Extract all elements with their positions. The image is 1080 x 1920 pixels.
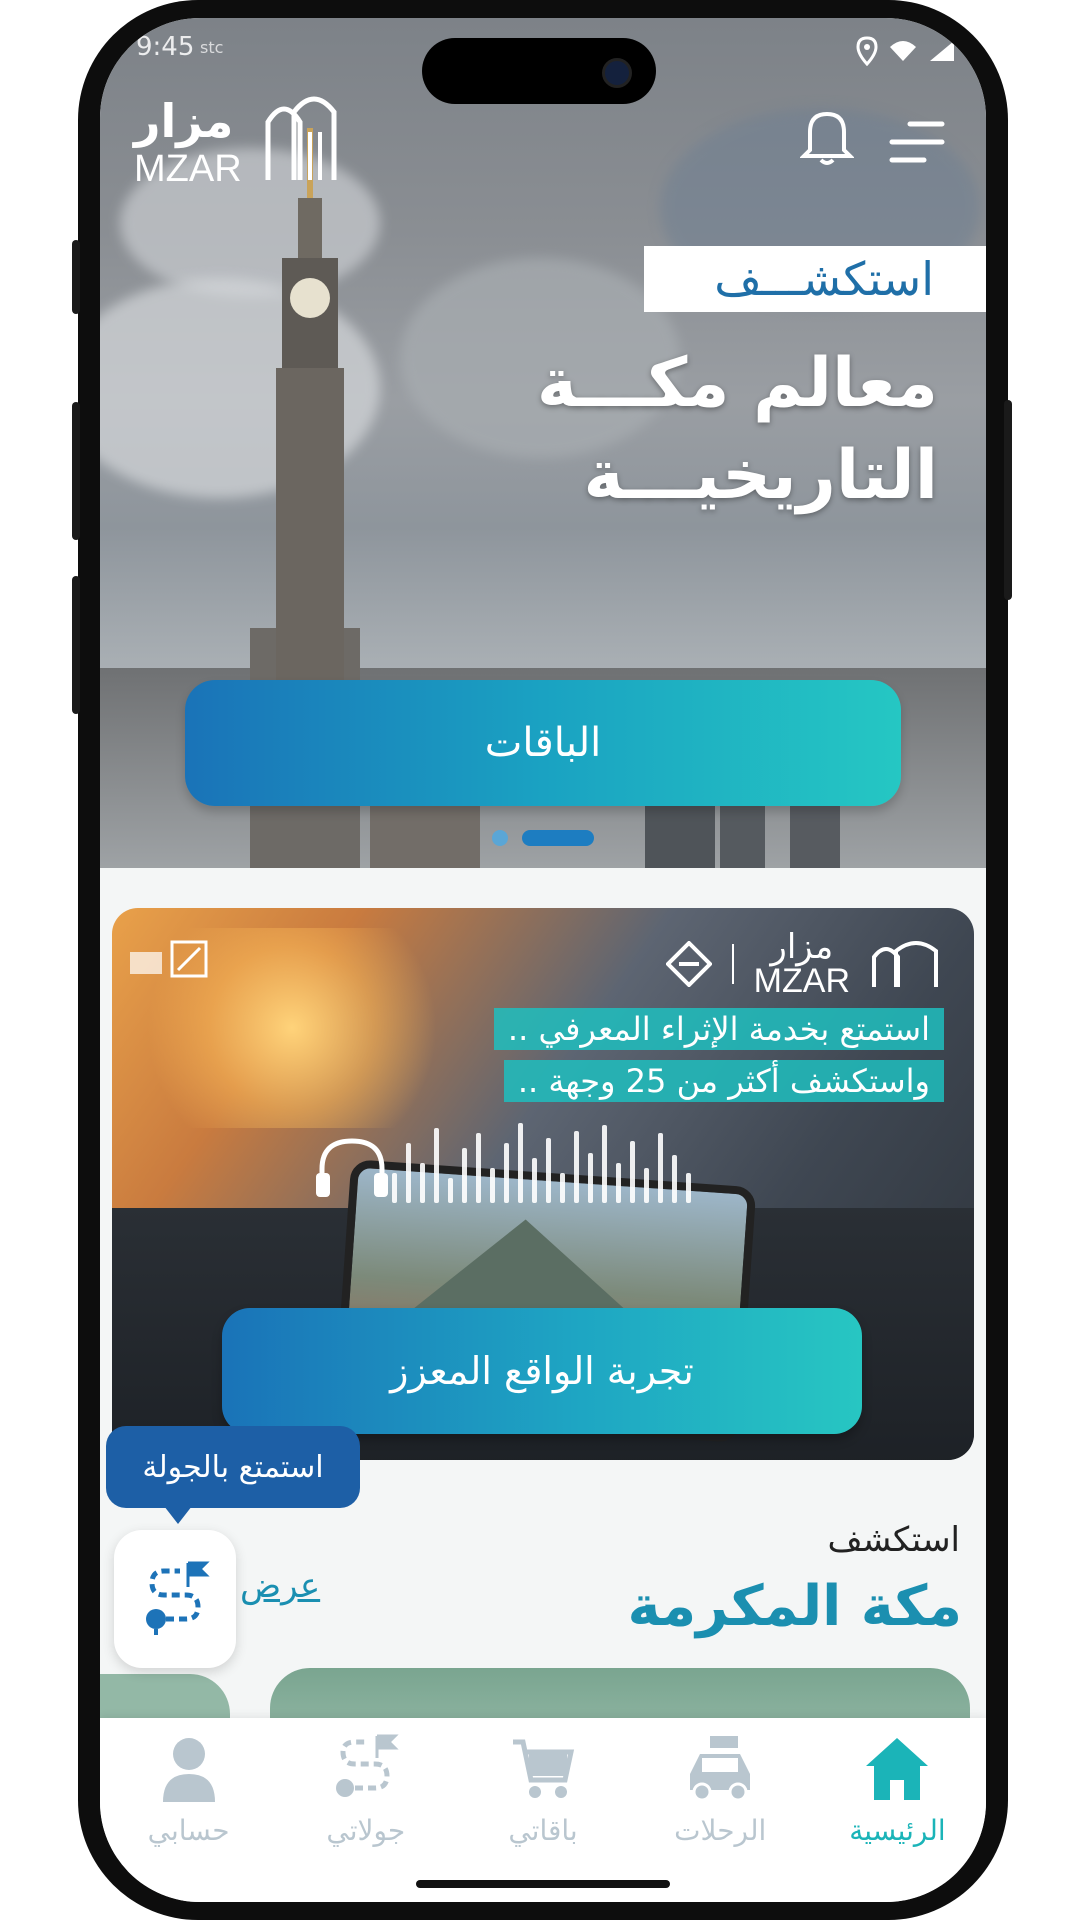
wifi-icon xyxy=(890,41,916,61)
action-button xyxy=(72,240,80,314)
cart-icon xyxy=(513,1739,575,1798)
section-subtitle: استكشف xyxy=(827,1520,961,1560)
app-screen: مزار MZAR استكشـــف معالم مكـــة التاريخ… xyxy=(100,18,986,1902)
home-indicator[interactable] xyxy=(416,1880,670,1888)
banner-line1: استمتع بخدمة الإثراء المعرفي .. xyxy=(493,1008,944,1050)
car-icon xyxy=(690,1736,751,1802)
power-button xyxy=(1004,400,1012,600)
nav-account-label: حسابي xyxy=(147,1814,230,1847)
nav-my-packages[interactable]: باقاتي xyxy=(454,1718,631,1902)
hero-banner[interactable]: مزار MZAR استكشـــف معالم مكـــة التاريخ… xyxy=(100,18,986,868)
hamburger-menu-icon xyxy=(889,121,945,163)
banner-text: استمتع بخدمة الإثراء المعرفي .. واستكشف … xyxy=(493,1008,944,1112)
route-icon xyxy=(335,1734,399,1797)
headphones-icon xyxy=(316,1138,388,1197)
nav-my-packages-label: باقاتي xyxy=(508,1814,578,1847)
app-logo: مزار MZAR xyxy=(134,94,337,191)
nav-trips[interactable]: الرحلات xyxy=(632,1718,809,1902)
logo-arches-icon xyxy=(872,941,938,987)
tour-tooltip[interactable]: استمتع بالجولة xyxy=(106,1426,360,1524)
bell-icon xyxy=(799,111,855,165)
logo-arabic: مزار xyxy=(134,94,234,148)
section-title: مكة المكرمة xyxy=(627,1574,963,1639)
partner-logo-icon xyxy=(130,940,208,978)
route-icon xyxy=(146,1561,210,1635)
hero-title-line1: معالم مكـــة xyxy=(536,344,938,423)
view-all-link[interactable]: عرض xyxy=(240,1566,320,1606)
nav-my-tours-label: جولاتي xyxy=(326,1814,406,1847)
nav-home-label: الرئيسية xyxy=(849,1814,946,1847)
location-icon xyxy=(856,36,878,66)
banner-logo: مزار MZAR xyxy=(665,927,940,1000)
clock-tower-image xyxy=(270,128,350,688)
carousel-dot-active[interactable] xyxy=(522,830,594,846)
menu-button[interactable] xyxy=(888,118,946,170)
banner-logo-arabic: مزار xyxy=(770,927,834,967)
partner-diamond-icon xyxy=(665,941,712,987)
volume-down-button xyxy=(72,576,80,714)
nav-trips-label: الرحلات xyxy=(674,1814,767,1847)
hero-title: معالم مكـــة التاريخيـــة xyxy=(537,338,938,522)
logo-english: MZAR xyxy=(134,148,242,190)
status-carrier: stc xyxy=(200,38,224,57)
ar-promo-banner[interactable]: مزار MZAR استمتع بخدمة الإثراء المعرفي .… xyxy=(112,908,974,1460)
notifications-button[interactable] xyxy=(799,106,855,170)
carousel-dot[interactable] xyxy=(492,830,508,846)
banner-line2: واستكشف أكثر من 25 وجهة .. xyxy=(503,1060,944,1102)
tour-button[interactable] xyxy=(114,1530,236,1668)
home-icon xyxy=(866,1738,929,1800)
status-time: 9:45 xyxy=(136,32,195,62)
carousel-indicator xyxy=(100,830,986,846)
packages-button[interactable]: الباقات xyxy=(185,680,901,806)
nav-my-tours[interactable]: جولاتي xyxy=(277,1718,454,1902)
dynamic-island xyxy=(422,38,656,104)
logo-arches-icon xyxy=(265,96,337,180)
explore-label: استكشـــف xyxy=(644,246,986,312)
bottom-nav: حسابي جولاتي باقاتي الرحلات الرئيسية xyxy=(100,1718,986,1902)
nav-account[interactable]: حسابي xyxy=(100,1718,277,1902)
hero-title-line2: التاريخيـــة xyxy=(583,436,938,515)
person-icon xyxy=(162,1738,215,1802)
signal-icon xyxy=(930,41,954,61)
volume-up-button xyxy=(72,402,80,540)
audio-waveform xyxy=(392,1123,691,1203)
nav-home[interactable]: الرئيسية xyxy=(809,1718,986,1902)
banner-logo-english: MZAR xyxy=(753,962,850,1000)
ar-experience-button[interactable]: تجربة الواقع المعزز xyxy=(222,1308,862,1434)
